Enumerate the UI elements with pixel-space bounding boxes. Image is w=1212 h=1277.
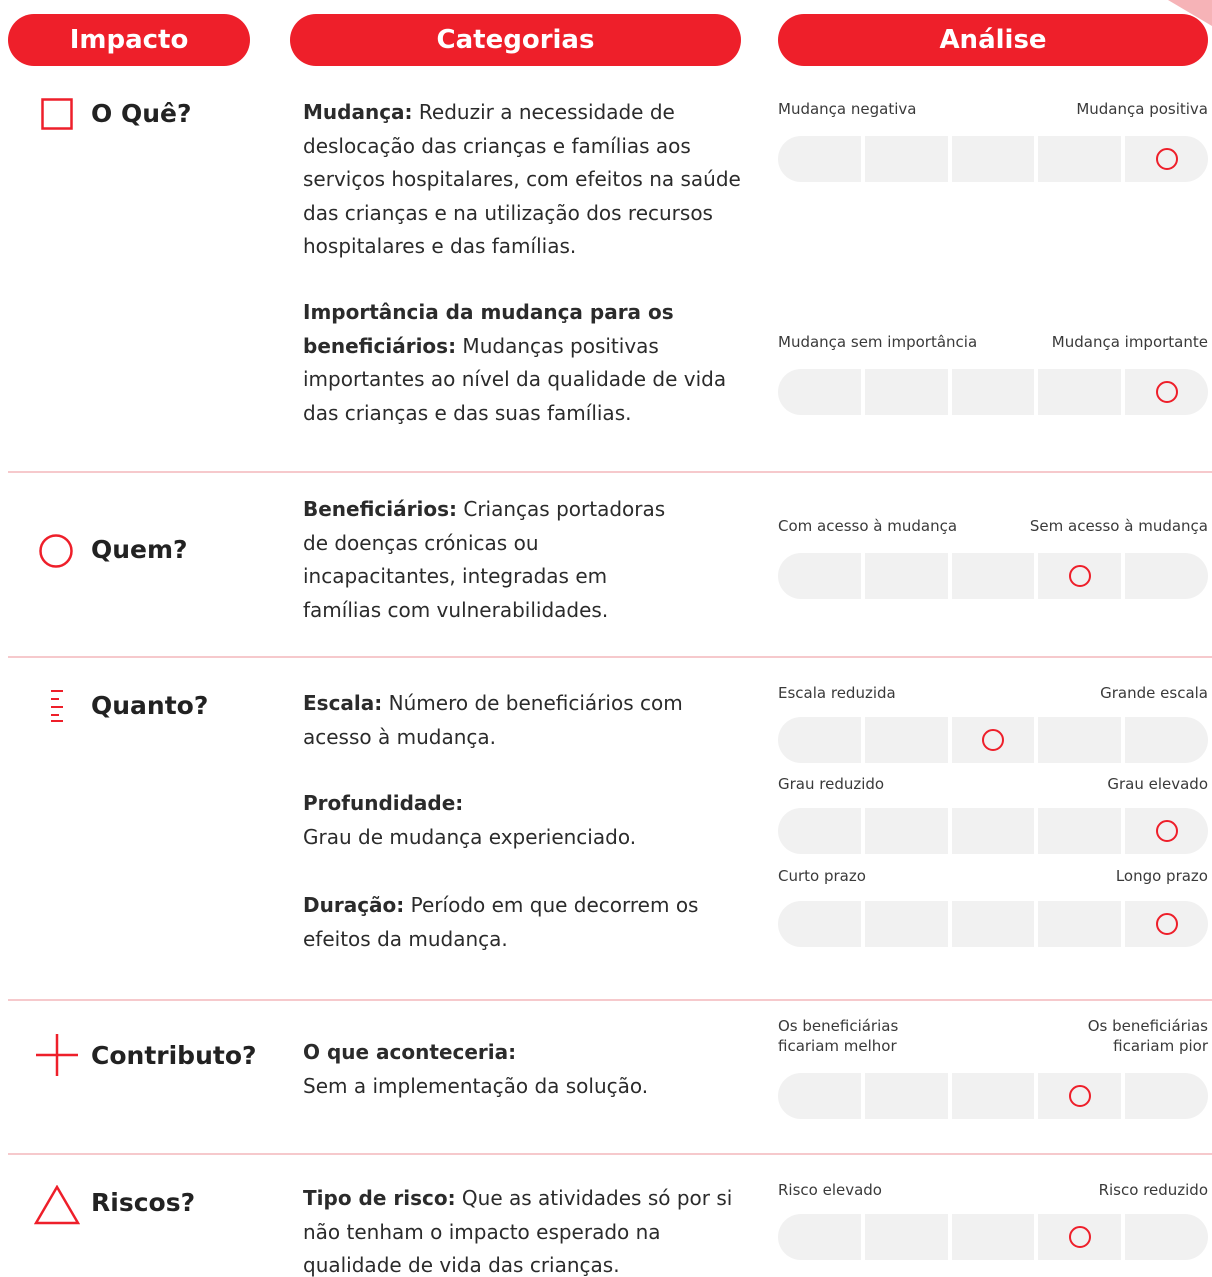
header-categorias: Categorias: [290, 14, 741, 66]
scale-segment[interactable]: [864, 1073, 948, 1119]
scale-segment[interactable]: [778, 717, 861, 763]
scale-segment[interactable]: [864, 808, 948, 854]
scale-segment[interactable]: [864, 1214, 948, 1260]
scale-labels: Mudança negativa Mudança positiva: [778, 100, 1208, 118]
scale-segment[interactable]: [951, 369, 1035, 415]
scale-segment[interactable]: [951, 136, 1035, 182]
scale-segment[interactable]: [1038, 808, 1122, 854]
ruler-icon: [51, 690, 63, 722]
scale-segment[interactable]: [1038, 369, 1122, 415]
selected-marker-icon: [1155, 381, 1178, 403]
selected-marker-icon: [1155, 148, 1178, 170]
rating-scale[interactable]: [778, 1073, 1208, 1119]
scale-segment[interactable]: [1125, 1214, 1208, 1260]
scale-labels: Risco elevado Risco reduzido: [778, 1181, 1208, 1199]
row-divider: [8, 656, 1212, 658]
category-text: Importância da mudança para os beneficiá…: [303, 300, 727, 425]
impact-label: Quanto?: [91, 691, 209, 720]
scale-segment[interactable]: [951, 808, 1035, 854]
selected-marker-icon: [981, 729, 1004, 751]
scale-segment[interactable]: [778, 553, 861, 599]
scale-segment[interactable]: [1038, 717, 1122, 763]
scale-segment[interactable]: [1125, 553, 1208, 599]
scale-labels: Escala reduzida Grande escala: [778, 684, 1208, 702]
scale-segment[interactable]: [951, 553, 1035, 599]
category-text: Tipo de risco: Que as atividades só por …: [303, 1186, 733, 1277]
category-text: Profundidade: Grau de mudança experiencia…: [303, 791, 637, 849]
category-text: Duração: Período em que decorrem os efei…: [303, 893, 699, 951]
category-text: Mudança: Reduzir a necessidade de desloc…: [303, 100, 741, 258]
plus-icon: [36, 1034, 78, 1076]
scale-segment[interactable]: [951, 717, 1035, 763]
scale-segment[interactable]: [1125, 1073, 1208, 1119]
scale-segment[interactable]: [778, 369, 861, 415]
scale-segment[interactable]: [864, 717, 948, 763]
header-analise: Análise: [778, 14, 1208, 66]
selected-marker-icon: [1155, 913, 1178, 935]
selected-marker-icon: [1068, 1085, 1091, 1107]
triangle-icon: [34, 1185, 80, 1225]
scale-segment[interactable]: [1125, 717, 1208, 763]
scale-segment[interactable]: [864, 136, 948, 182]
impact-label: Contributo?: [91, 1041, 257, 1070]
scale-segment[interactable]: [1038, 1073, 1122, 1119]
rating-scale[interactable]: [778, 553, 1208, 599]
scale-segment[interactable]: [1038, 1214, 1122, 1260]
scale-labels: Curto prazo Longo prazo: [778, 867, 1208, 885]
scale-segment[interactable]: [778, 901, 861, 947]
row-divider: [8, 471, 1212, 473]
rating-scale[interactable]: [778, 717, 1208, 763]
category-text: O que aconteceria: Sem a implementação da…: [303, 1040, 649, 1098]
rating-scale[interactable]: [778, 901, 1208, 947]
scale-segment[interactable]: [1125, 901, 1208, 947]
scale-segment[interactable]: [778, 1214, 861, 1260]
scale-labels: Os beneficiárias ficariam melhor Os benef…: [778, 1017, 1208, 1055]
scale-labels: Grau reduzido Grau elevado: [778, 775, 1208, 793]
impact-label: O Quê?: [91, 99, 192, 128]
category-text: Escala: Número de beneficiários com aces…: [303, 691, 683, 749]
scale-segment[interactable]: [778, 808, 861, 854]
scale-segment[interactable]: [778, 136, 861, 182]
scale-segment[interactable]: [1038, 136, 1122, 182]
rating-scale[interactable]: [778, 1214, 1208, 1260]
scale-labels: Mudança sem importância Mudança important…: [778, 333, 1208, 351]
selected-marker-icon: [1068, 1226, 1091, 1248]
scale-segment[interactable]: [951, 1214, 1035, 1260]
rating-scale[interactable]: [778, 808, 1208, 854]
scale-segment[interactable]: [778, 1073, 861, 1119]
row-divider: [8, 999, 1212, 1001]
rating-scale[interactable]: [778, 136, 1208, 182]
scale-segment[interactable]: [864, 369, 948, 415]
category-text: Beneficiários: Crianças portadoras de do…: [303, 497, 666, 622]
scale-segment[interactable]: [1125, 808, 1208, 854]
rating-scale[interactable]: [778, 369, 1208, 415]
scale-segment[interactable]: [951, 901, 1035, 947]
scale-segment[interactable]: [864, 553, 948, 599]
selected-marker-icon: [1068, 565, 1091, 587]
scale-segment[interactable]: [1125, 136, 1208, 182]
impact-label: Quem?: [91, 535, 188, 564]
scale-segment[interactable]: [951, 1073, 1035, 1119]
scale-segment[interactable]: [864, 901, 948, 947]
row-divider: [8, 1153, 1212, 1155]
selected-marker-icon: [1155, 820, 1178, 842]
circle-icon: [39, 534, 73, 568]
scale-segment[interactable]: [1125, 369, 1208, 415]
square-icon: [41, 98, 73, 130]
impact-label: Riscos?: [91, 1188, 196, 1217]
header-impacto: Impacto: [8, 14, 250, 66]
scale-segment[interactable]: [1038, 901, 1122, 947]
scale-labels: Com acesso à mudança Sem acesso à mudança: [778, 517, 1208, 535]
scale-segment[interactable]: [1038, 553, 1122, 599]
